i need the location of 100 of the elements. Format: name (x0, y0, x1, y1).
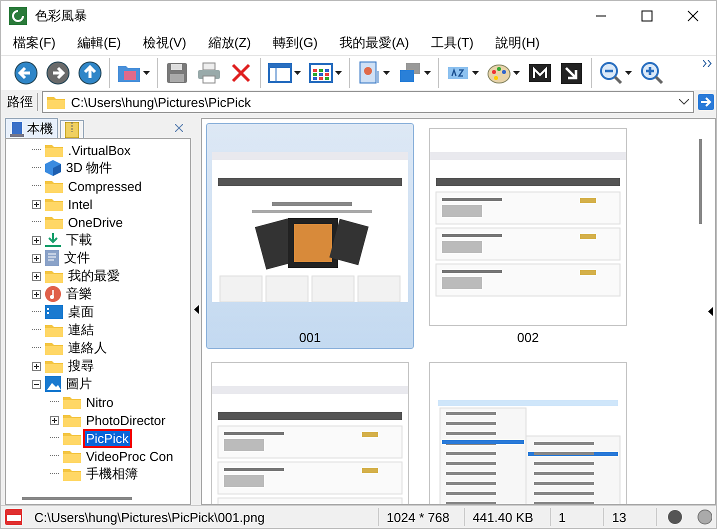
tree-item[interactable]: 音樂 (65, 285, 93, 303)
caret-icon (294, 71, 301, 75)
metadata-icon (528, 61, 552, 85)
splitter-arrow-icon[interactable] (708, 307, 712, 316)
up-icon (78, 61, 102, 85)
tree-item[interactable]: Compressed (67, 178, 143, 194)
app-logo-icon (9, 7, 27, 25)
splitter-arrow-icon[interactable] (194, 305, 198, 314)
thumbnail-grid-icon (309, 61, 333, 85)
windows-stack-icon (398, 61, 422, 85)
image-count: 13 (604, 508, 658, 526)
menu-item[interactable]: 檔案(F) (5, 32, 64, 54)
panel-tab[interactable] (60, 120, 84, 138)
tree-item[interactable]: PhotoDirector (85, 412, 166, 428)
tree-item[interactable]: 3D 物件 (65, 159, 114, 177)
tree-item[interactable]: Nitro (85, 394, 114, 410)
tree-item[interactable]: 桌面 (67, 303, 95, 321)
expand-icon[interactable] (32, 236, 41, 244)
path-field[interactable]: C:\Users\hung\Pictures\PicPick (42, 91, 694, 113)
panel-tab[interactable]: 本機 (5, 118, 58, 138)
layout-panes-icon (268, 61, 292, 85)
folder-icon (63, 449, 81, 463)
dropdown-chevron-icon (679, 99, 689, 105)
folder-icon (45, 197, 63, 211)
folder-icon (63, 395, 81, 409)
picture-icon (45, 376, 61, 392)
expand-icon[interactable] (32, 362, 41, 370)
status-indicator-icon (667, 509, 683, 525)
folder-icon (63, 431, 81, 445)
tree-item[interactable]: .VirtualBox (67, 142, 132, 158)
caret-icon (513, 71, 520, 75)
expand-icon[interactable] (32, 290, 41, 298)
go-arrow-icon[interactable] (698, 94, 714, 110)
folder-icon (45, 143, 63, 157)
menu-item[interactable]: 編輯(E) (70, 32, 129, 54)
menu-item[interactable]: 我的最愛(A) (332, 32, 418, 54)
expand-icon[interactable] (32, 200, 41, 208)
file-size: 441.40 KB (464, 508, 551, 526)
tree-item[interactable]: VideoProc Con (85, 448, 174, 464)
close-icon[interactable] (175, 124, 183, 132)
thumbnail-card[interactable]: 001 (206, 123, 414, 349)
tree-item[interactable]: 下載 (65, 231, 93, 249)
scrollbar-thumb[interactable] (698, 139, 702, 224)
close-icon (687, 10, 699, 22)
file-path: C:\Users\hung\Pictures\PicPick\001.png (26, 508, 379, 526)
download-icon (45, 232, 61, 248)
folder-icon (45, 359, 63, 373)
thumbnail-label: 002 (517, 330, 539, 345)
more-chevron-icon[interactable] (703, 60, 712, 67)
tree-item[interactable]: Intel (67, 196, 94, 212)
expand-icon[interactable] (50, 416, 59, 424)
archive-icon (65, 122, 79, 138)
menu-item[interactable]: 說明(H) (488, 32, 548, 54)
scrollbar-thumb[interactable] (22, 496, 132, 500)
image-dimensions: 1024 * 768 (378, 508, 465, 526)
folder-icon (47, 95, 65, 109)
cube-icon (45, 160, 61, 176)
caret-icon (335, 71, 342, 75)
menu-item[interactable]: 縮放(Z) (200, 32, 259, 54)
path-label: 路徑 (7, 93, 38, 111)
collapse-icon[interactable] (32, 380, 41, 388)
folder-icon (63, 467, 81, 481)
forward-icon (46, 61, 70, 85)
png-file-icon (5, 509, 22, 525)
zoom-out-icon (599, 61, 623, 85)
thumbnail-label: 001 (299, 330, 321, 345)
zoom-in-icon (640, 61, 664, 85)
expand-icon[interactable] (32, 272, 41, 280)
tree-item[interactable]: 連絡人 (67, 339, 108, 357)
tree-item[interactable]: 手機相簿 (85, 465, 139, 483)
menu-item[interactable]: 檢視(V) (134, 32, 194, 54)
menu-item[interactable]: 工具(T) (423, 32, 482, 54)
folder-icon (63, 413, 81, 427)
caret-icon (383, 71, 390, 75)
save-icon (165, 61, 189, 85)
tree-item[interactable]: 圖片 (65, 375, 93, 393)
folder-icon (45, 323, 63, 337)
caret-icon (472, 71, 479, 75)
folder-icon (45, 179, 63, 193)
document-icon (45, 250, 59, 266)
desktop-icon (45, 305, 63, 319)
window-title: 色彩風暴 (35, 7, 88, 25)
status-indicator-icon (696, 509, 712, 525)
computer-icon (10, 120, 24, 136)
tree-item[interactable]: 文件 (63, 249, 91, 267)
slideshow-icon (357, 61, 381, 85)
delete-icon (229, 61, 253, 85)
menu-item[interactable]: 轉到(G) (264, 32, 326, 54)
tree-item[interactable]: 連結 (67, 321, 95, 339)
image-index: 1 (550, 508, 604, 526)
tree-item[interactable]: PicPick (85, 430, 130, 446)
caret-icon (625, 71, 632, 75)
music-note-icon (45, 286, 61, 302)
tree-item[interactable]: 搜尋 (67, 357, 95, 375)
tree-item[interactable]: 我的最愛 (67, 267, 121, 285)
expand-icon[interactable] (32, 254, 41, 262)
print-icon (197, 61, 221, 85)
caret-icon (143, 71, 150, 75)
maximize-icon (641, 10, 653, 22)
tree-item[interactable]: OneDrive (67, 214, 124, 230)
